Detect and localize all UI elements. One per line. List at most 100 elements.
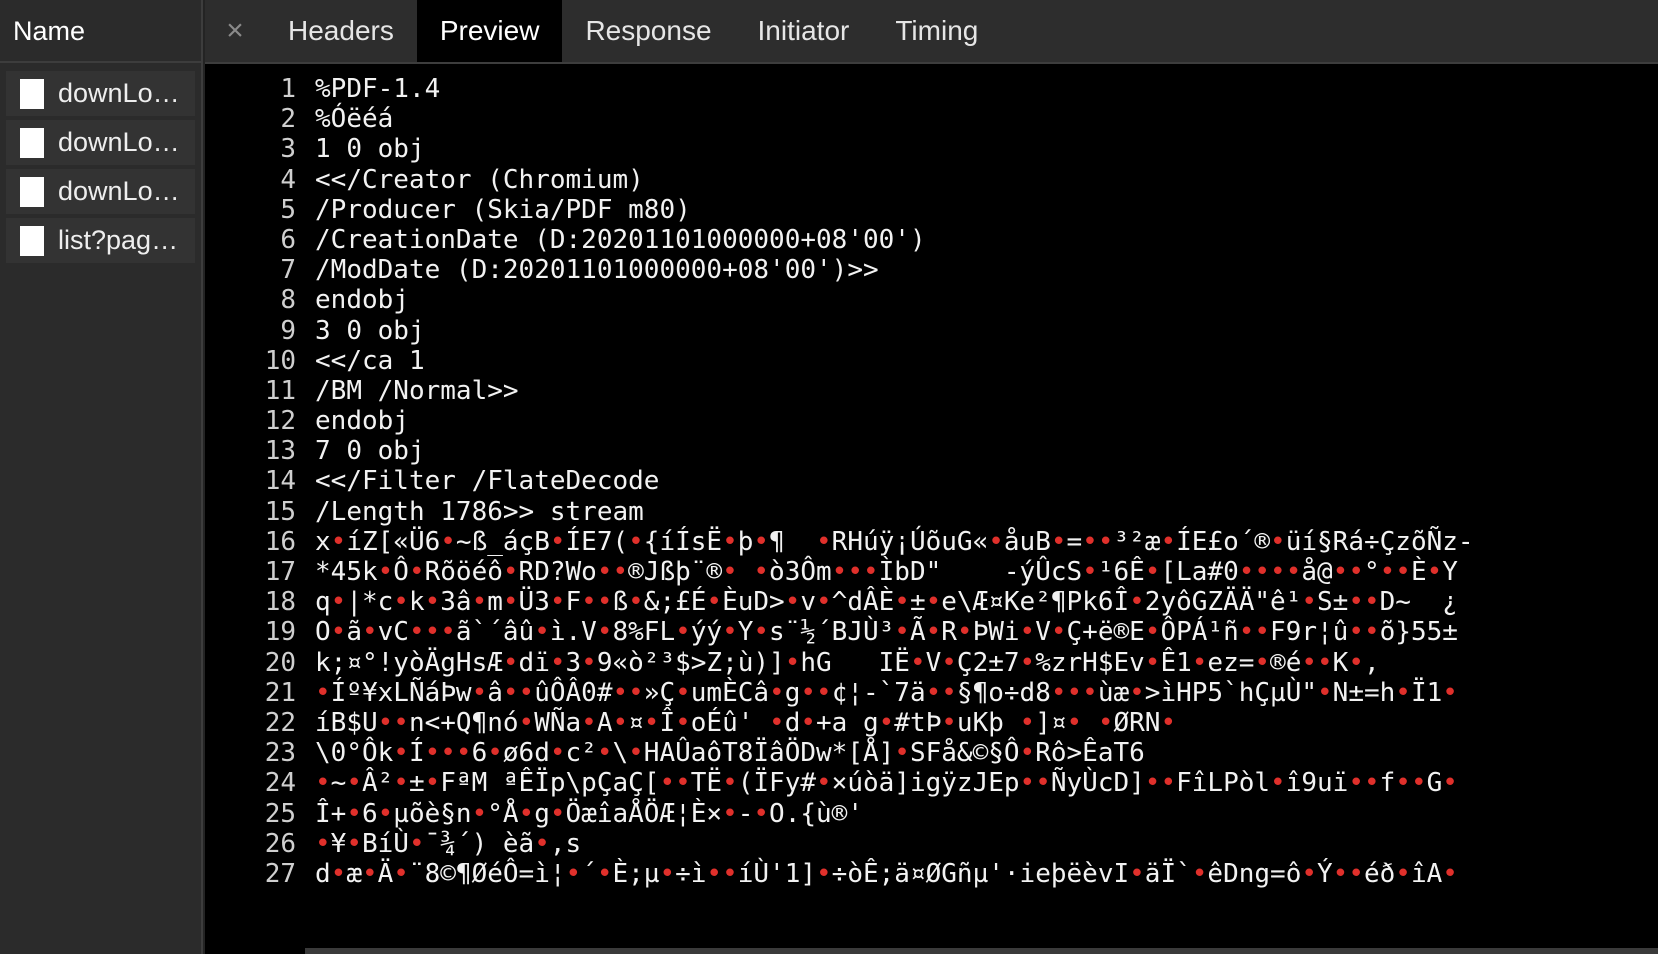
code-line: 16 x•íZ[«Ü6•~ß_áçB•ÍE7(•{íÍsË•þ•¶ •RHúÿ¡Ú… [205,527,1658,557]
line-content: <</Creator (Chromium) [315,164,644,195]
tab-timing[interactable]: Timing [872,0,1001,62]
file-icon [20,127,44,158]
line-content: O•ã•vC•••ã`´âû•ì.V•8%FL•ýý•Y•s¨½´BJÙ³•Ã•… [315,617,1458,648]
code-line: 22 íB$U••n<+Q¶nó•WÑa•A•¤•Î•oÉû' •d•+a g•#… [205,708,1658,738]
file-icon [20,78,44,109]
request-label: list?pag… [58,225,179,255]
line-content: <</ca 1 [315,345,425,376]
line-content: •~•Â²•±•FªM ªÊÏp\pÇaÇ[••TË•(ÏFy#•×úòä]ig… [315,768,1458,799]
source-code-view: 1 %PDF-1.4 2 %Óëéá 3 1 0 obj 4 <</Creator (Chro… [205,74,1658,889]
close-icon[interactable]: × [205,0,265,62]
line-content: /ModDate (D:20201101000000+08'00')>> [315,255,879,286]
horizontal-scrollbar[interactable] [305,948,1658,954]
code-line: 10 <</ca 1 [205,346,1658,376]
code-line: 14 <</Filter /FlateDecode [205,466,1658,496]
code-line: 5/Producer (Skia/PDF m80) [205,195,1658,225]
request-label: downLo… [58,176,180,206]
line-number: 15 [264,496,296,527]
line-content: %PDF-1.4 [315,74,441,104]
line-number: 2 [280,104,296,135]
tab-headers[interactable]: Headers [265,0,417,62]
line-content: <</Filter /FlateDecode [315,466,660,497]
line-number: 13 [264,436,296,467]
line-number: 26 [264,828,296,859]
request-item[interactable]: downLo… [6,71,195,116]
code-line: 6/CreationDate (D:20201101000000+08'00') [205,225,1658,255]
file-icon [20,225,44,256]
line-number: 22 [264,707,296,738]
line-number: 20 [264,647,296,678]
code-line: 19 O•ã•vC•••ã`´âû•ì.V•8%FL•ýý•Y•s¨½´BJÙ³•… [205,617,1658,647]
request-list: downLo… downLo… downLo… list?pag… [0,63,201,263]
code-line: 13 7 0 obj [205,436,1658,466]
line-content: endobj [315,285,409,316]
line-number: 25 [264,798,296,829]
request-item[interactable]: list?pag… [6,218,195,263]
request-list-panel: Name downLo… downLo… downLo… list?pag… [0,0,203,954]
code-line: 7/ModDate (D:20201101000000+08'00')>> [205,255,1658,285]
code-line: 17 *45k•Ô•Rõöéô•RD?Wo••®Jßþ¨®• •ò3Ôm•••Ìb… [205,557,1658,587]
line-number: 21 [264,677,296,708]
code-line: 8 endobj [205,285,1658,315]
line-number: 14 [264,466,296,497]
code-line: 11/BM /Normal>> [205,376,1658,406]
line-content: *45k•Ô•Rõöéô•RD?Wo••®Jßþ¨®• •ò3Ôm•••ÌbD"… [315,557,1458,587]
line-number: 27 [264,858,296,889]
line-content: /BM /Normal>> [315,375,519,406]
line-content: \0°Ôk•Í•••6•ø6d•c²•\•HAÛaôT8ÏâÖDw*[Å]•SF… [315,738,1145,769]
line-content: /Producer (Skia/PDF m80) [315,194,691,225]
request-item[interactable]: downLo… [6,120,195,165]
tab-initiator[interactable]: Initiator [735,0,873,62]
file-icon [20,176,44,207]
line-content: Î+•6•µõè§n•°Å•g•ÖæîaÅÖÆ¦È×•-•O.{ù®' [315,798,863,829]
line-content: 1 0 obj [315,134,425,165]
line-content: 3 0 obj [315,315,425,346]
code-line: 2 %Óëéá [205,104,1658,134]
code-line: 25 Î+•6•µõè§n•°Å•g•ÖæîaÅÖÆ¦È×•-•O.{ù®' [205,799,1658,829]
line-number: 24 [264,768,296,799]
line-content: k;¤°!yòÄgHsÆ•dï•3•9«ò²³$>Z;ù)]•hG IË•V•Ç… [315,647,1380,678]
line-number: 23 [264,738,296,769]
line-number: 9 [280,315,296,346]
line-number: 18 [264,587,296,618]
code-line: 21 •Íº¥xLÑáÞw•â••ûÔÂ0#••»Ç•umÈCâ•g••¢¦-`7… [205,678,1658,708]
tab-response[interactable]: Response [562,0,734,62]
code-line: 24 •~•Â²•±•FªM ªÊÏp\pÇaÇ[••TË•(ÏFy#•×úòä]… [205,768,1658,798]
request-label: downLo… [58,127,180,157]
line-number: 10 [264,345,296,376]
line-content: íB$U••n<+Q¶nó•WÑa•A•¤•Î•oÉû' •d•+a g•#tÞ… [315,707,1177,738]
code-line: 26 •¥•BíÙ•¯¾´) èã•,s [205,829,1658,859]
line-number: 5 [280,194,296,225]
code-line: 9 3 0 obj [205,316,1658,346]
request-item[interactable]: downLo… [6,169,195,214]
line-content: 7 0 obj [315,436,425,467]
line-number: 19 [264,617,296,648]
detail-tabbar: × Headers Preview Response Initiator Timing [205,0,1658,64]
line-content: /Length 1786>> stream [315,496,644,527]
line-number: 4 [280,164,296,195]
line-content: •Íº¥xLÑáÞw•â••ûÔÂ0#••»Ç•umÈCâ•g••¢¦-`7ä•… [315,677,1458,708]
request-label: downLo… [58,78,180,108]
line-number: 7 [280,255,296,286]
code-line: 15/Length 1786>> stream [205,497,1658,527]
line-number: 1 [280,74,296,104]
code-line: 4 <</Creator (Chromium) [205,165,1658,195]
line-number: 12 [264,406,296,437]
line-number: 8 [280,285,296,316]
line-number: 11 [264,375,296,406]
line-number: 3 [280,134,296,165]
tab-preview[interactable]: Preview [416,0,563,62]
line-number: 16 [264,526,296,557]
tab-list: Headers Preview Response Initiator Timing [265,0,1001,62]
code-line: 27 d•æ•Ä•¨8©¶ØéÔ=ì¦•´•È;µ•÷ì••íÙ'1]•÷òÊ;ä… [205,859,1658,889]
line-content: x•íZ[«Ü6•~ß_áçB•ÍE7(•{íÍsË•þ•¶ •RHúÿ¡Úõu… [315,526,1474,557]
name-column-header[interactable]: Name [0,0,201,63]
line-content: •¥•BíÙ•¯¾´) èã•,s [315,828,582,859]
preview-panel: 1 %PDF-1.4 2 %Óëéá 3 1 0 obj 4 <</Creator (Chro… [205,64,1658,954]
code-line: 23 \0°Ôk•Í•••6•ø6d•c²•\•HAÛaôT8ÏâÖDw*[Å]•… [205,738,1658,768]
line-content: /CreationDate (D:20201101000000+08'00') [315,224,926,255]
line-number: 6 [280,224,296,255]
line-content: endobj [315,406,409,437]
line-content: %Óëéá [315,104,394,135]
code-line: 18 q•|*c•k•3â•m•Ü3•F••ß•&;£É•ÈuD>•v•^dÂÈ•… [205,587,1658,617]
